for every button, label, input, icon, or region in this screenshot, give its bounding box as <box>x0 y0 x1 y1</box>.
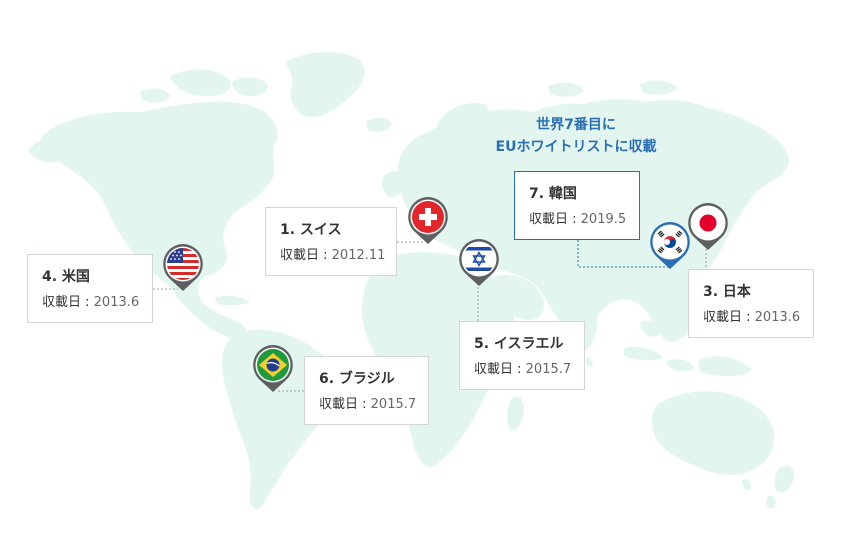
card-israel: 5. イスラエル 収載日 : 2015.7 <box>459 321 585 390</box>
card-japan: 3. 日本 収載日 : 2013.6 <box>688 269 814 338</box>
pin-korea[interactable] <box>650 222 690 270</box>
date-label: 収載日 : <box>703 310 755 325</box>
card-brazil: 6. ブラジル 収載日 : 2015.7 <box>304 356 429 425</box>
date-value: 2015.7 <box>525 362 572 377</box>
world-map-diagram: 世界7番目に EUホワイトリストに収載 4. 米国 収載日 : 2013.6 1… <box>0 0 850 544</box>
date-value: 2019.5 <box>580 212 627 227</box>
card-date-row: 収載日 : 2015.7 <box>474 360 584 380</box>
date-label: 収載日 : <box>42 295 94 310</box>
card-korea: 7. 韓国 収載日 : 2019.5 <box>514 171 640 240</box>
date-label: 収載日 : <box>280 248 332 263</box>
date-value: 2013.6 <box>754 310 801 325</box>
pin-switzerland[interactable] <box>408 197 448 245</box>
pin-israel[interactable] <box>459 239 499 287</box>
card-date-row: 収載日 : 2015.7 <box>319 395 428 415</box>
date-value: 2012.11 <box>331 248 386 263</box>
card-title: 1. スイス <box>280 222 342 238</box>
card-date-row: 収載日 : 2019.5 <box>529 210 639 230</box>
card-title: 7. 韓国 <box>529 186 577 202</box>
date-label: 収載日 : <box>319 397 371 412</box>
highlight-note: 世界7番目に EUホワイトリストに収載 <box>486 114 666 158</box>
card-switzerland: 1. スイス 収載日 : 2012.11 <box>265 207 397 276</box>
pin-brazil[interactable] <box>253 345 293 393</box>
japan-flag-icon <box>692 207 724 239</box>
date-value: 2015.7 <box>370 397 417 412</box>
card-title: 5. イスラエル <box>474 336 564 352</box>
swiss-flag-icon <box>412 201 444 233</box>
note-line-2: EUホワイトリストに収載 <box>495 139 657 155</box>
pin-japan[interactable] <box>688 203 728 251</box>
card-title: 6. ブラジル <box>319 371 395 387</box>
card-us: 4. 米国 収載日 : 2013.6 <box>27 254 153 323</box>
note-line-1: 世界7番目に <box>536 117 616 133</box>
card-date-row: 収載日 : 2013.6 <box>42 293 152 313</box>
card-date-row: 収載日 : 2012.11 <box>280 246 396 266</box>
date-label: 収載日 : <box>474 362 526 377</box>
brazil-flag-icon <box>257 349 289 381</box>
card-title: 4. 米国 <box>42 269 90 285</box>
israel-flag-icon <box>463 243 495 275</box>
date-label: 収載日 : <box>529 212 581 227</box>
date-value: 2013.6 <box>93 295 140 310</box>
card-date-row: 収載日 : 2013.6 <box>703 308 813 328</box>
korea-flag-icon <box>654 226 686 258</box>
pin-us[interactable] <box>163 244 203 292</box>
card-title: 3. 日本 <box>703 284 751 300</box>
